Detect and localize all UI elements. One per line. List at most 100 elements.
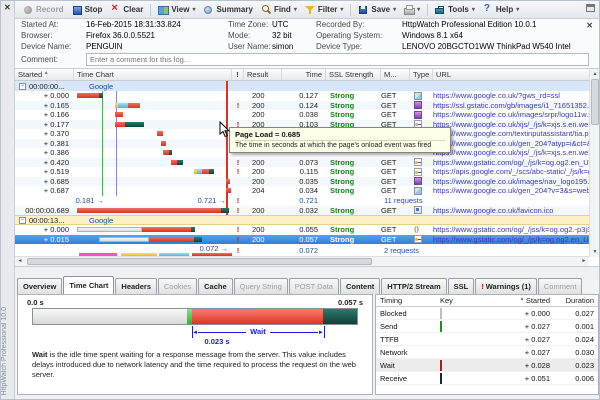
horizontal-scrollbar[interactable]: ◄ ► <box>15 256 589 266</box>
ssl-strength-cell: Strong <box>326 101 381 110</box>
column-header-ssl-strength[interactable]: SSL Strength <box>326 69 381 80</box>
scroll-right-icon[interactable]: ► <box>579 257 589 267</box>
timing-segment-red <box>226 179 230 184</box>
filter-icon <box>305 5 315 15</box>
timing-column-timing[interactable]: Timing <box>380 296 440 305</box>
column-header--[interactable]: ! <box>232 69 244 80</box>
request-row[interactable]: + 0.519!2000.115StrongGEThttps://apis.go… <box>15 167 599 177</box>
type-cell <box>410 92 433 100</box>
wait-annotation: ◄ Wait ► 0.023 s <box>32 326 358 348</box>
url-cell: https://www.google.co.uk/xjs/_/js/k=xjs.… <box>433 148 599 157</box>
request-row[interactable]: + 0.6852000.035StrongGEThttps://www.goog… <box>15 177 599 187</box>
save-button[interactable]: Save▾ <box>354 4 400 16</box>
print-button[interactable]: ▾ <box>400 4 424 16</box>
timing-started: + 0.000 <box>500 309 550 318</box>
ssl-strength-value: Strong <box>330 186 354 195</box>
horizontal-scroll-thumb[interactable] <box>27 258 372 265</box>
dropdown-arrow-icon[interactable]: ▾ <box>472 6 475 13</box>
dropdown-arrow-icon[interactable]: ▾ <box>417 6 420 13</box>
timing-segment-blocked <box>99 237 149 242</box>
summary-icon <box>203 5 213 15</box>
column-header-time-chart[interactable]: Time Chart <box>74 69 232 80</box>
collapse-icon[interactable]: − <box>19 217 26 224</box>
find-button[interactable]: Find▾ <box>257 4 301 16</box>
record-button[interactable]: Record <box>19 4 68 16</box>
toolbar-button-label: View <box>171 5 189 14</box>
scroll-left-icon[interactable]: ◄ <box>15 257 25 267</box>
tab-headers[interactable]: Headers <box>115 278 157 294</box>
vertical-scrollbar[interactable]: ▲ ▼ <box>589 69 599 257</box>
tab-comment[interactable]: Comment <box>538 278 583 294</box>
group-header-row[interactable]: −00:00:00...Google <box>15 81 599 91</box>
column-header-result[interactable]: Result <box>244 69 282 80</box>
warning-icon: ! <box>232 196 244 205</box>
timing-duration: 0.023 <box>550 361 594 370</box>
group-header-row[interactable]: −00:00:13...Google <box>15 215 599 225</box>
stop-button[interactable]: Stop <box>68 4 107 16</box>
tab-overview[interactable]: Overview <box>17 278 62 294</box>
timing-table-header: TimingKey▲ StartedDuration <box>376 295 598 307</box>
window-restore-icon[interactable] <box>586 4 595 12</box>
help-button[interactable]: Help▾ <box>479 4 523 16</box>
dropdown-arrow-icon[interactable]: ▾ <box>192 6 195 13</box>
grid-body: −00:00:00...Google+ 0.0002000.127StrongG… <box>15 81 599 257</box>
request-row[interactable]: + 0.0002000.127StrongGEThttps://www.goog… <box>15 91 599 101</box>
request-row[interactable]: + 0.420!2000.073StrongGEThttps://www.gst… <box>15 158 599 168</box>
view-button[interactable]: View▾ <box>154 4 199 16</box>
toolbar-button-label: Summary <box>216 5 252 14</box>
tab-content[interactable]: Content <box>340 278 380 294</box>
column-header-url[interactable]: URL <box>433 69 599 80</box>
type-cell <box>410 177 433 185</box>
info-value: LENOVO 20BGCTO1WW ThinkPad W540 Intel <box>402 42 599 51</box>
timing-segment-teal <box>194 237 202 242</box>
request-row[interactable]: + 0.165!2000.124StrongGEThttps://ssl.gst… <box>15 101 599 111</box>
dropdown-arrow-icon[interactable]: ▾ <box>340 6 343 13</box>
wait-key-swatch <box>440 360 442 371</box>
info-value: Windows 8.1 x64 <box>402 31 599 40</box>
dropdown-arrow-icon[interactable]: ▾ <box>516 6 519 13</box>
tab-warnings-1-[interactable]: !Warnings (1) <box>475 278 537 294</box>
request-row[interactable]: + 0.000!2000.055StrongGET{}https://www.g… <box>15 225 599 235</box>
tools-button[interactable]: Tools▾ <box>431 4 479 16</box>
tab-post-data[interactable]: POST Data <box>289 278 339 294</box>
request-row[interactable]: + 0.6872040.034StrongGEThttps://www.goog… <box>15 186 599 196</box>
timing-column-key[interactable]: Key <box>440 296 500 305</box>
started-cell: + 0.381 <box>15 139 74 148</box>
tab-ssl[interactable]: SSL <box>448 278 475 294</box>
request-row[interactable]: + 0.015!2000.057StrongGEThttps://www.gst… <box>15 235 599 245</box>
summary-button[interactable]: Summary <box>199 4 256 16</box>
comment-input[interactable] <box>86 53 589 66</box>
column-header-time[interactable]: Time <box>282 69 326 80</box>
method-cell: GET <box>381 167 410 176</box>
request-row[interactable]: + 0.1662000.038StrongGEThttps://www.goog… <box>15 110 599 120</box>
tab-time-chart[interactable]: Time Chart <box>63 276 114 294</box>
dropdown-arrow-icon[interactable]: ▾ <box>294 6 297 13</box>
tab-http-2-stream[interactable]: HTTP/2 Stream <box>381 278 446 294</box>
pane-close-icon[interactable]: ✕ <box>4 3 11 12</box>
detail-tab-bar: OverviewTime ChartHeadersCookiesCacheQue… <box>17 278 597 294</box>
tab-cookies[interactable]: Cookies <box>158 278 197 294</box>
timing-row: Network+ 0.0270.030 <box>376 346 598 359</box>
column-header-started[interactable]: Started ▲ <box>15 69 74 80</box>
request-row[interactable]: 00:00:00.689!2000.032StrongGEThttps://ww… <box>15 206 599 216</box>
time-chart-detail-panel: 0.0 s 0.057 s ◄ Wait ► 0.023 s Wait is t… <box>15 294 599 397</box>
warning-icon: ! <box>232 235 244 244</box>
column-header-m-[interactable]: M... <box>381 69 410 80</box>
clear-button[interactable]: Clear <box>106 4 147 16</box>
dropdown-arrow-icon[interactable]: ▾ <box>393 6 396 13</box>
timing-column-started[interactable]: ▲ Started <box>500 296 550 305</box>
tab-query-string[interactable]: Query String <box>234 278 288 294</box>
collapse-icon[interactable]: − <box>19 83 26 90</box>
column-header-type[interactable]: Type <box>410 69 433 80</box>
timing-column-duration[interactable]: Duration <box>550 296 594 305</box>
timing-duration: 0.006 <box>550 374 594 383</box>
timing-segment-teal <box>221 208 229 213</box>
request-count: 2 requests <box>326 246 419 255</box>
filter-button[interactable]: Filter▾ <box>301 4 348 16</box>
tab-cache[interactable]: Cache <box>198 278 233 294</box>
info-close-icon[interactable]: ✕ <box>586 21 593 30</box>
scroll-up-icon[interactable]: ▲ <box>590 69 600 79</box>
vertical-scroll-thumb[interactable] <box>591 79 599 125</box>
scroll-down-icon[interactable]: ▼ <box>590 247 600 257</box>
time-chart-cell <box>74 101 232 111</box>
